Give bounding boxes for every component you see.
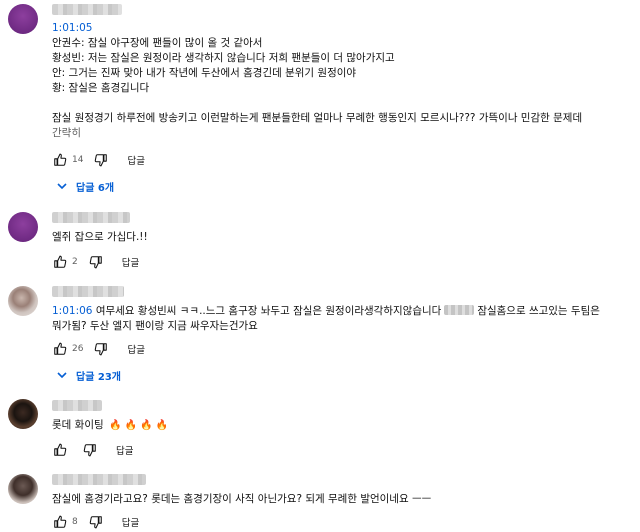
author-name-blurred[interactable]	[52, 4, 122, 15]
like-count: 8	[72, 517, 78, 527]
avatar[interactable]	[8, 212, 38, 242]
comment-actions: 2 답글	[52, 254, 139, 270]
thumbs-down-icon[interactable]	[88, 254, 104, 270]
chevron-down-icon	[56, 180, 68, 192]
comment-text-line: 잠실 원정경기 하루전에 방송키고 이런말하는게 팬분들한테 얼마나 무례한 행…	[52, 112, 583, 124]
comment-text: 엘쥐 잡으로 가십다.!!	[52, 231, 148, 243]
comment-actions: 14 답글	[52, 152, 145, 168]
avatar[interactable]	[8, 4, 38, 34]
timestamp-link[interactable]: 1:01:06	[52, 305, 92, 317]
comment-actions: 답글	[52, 442, 133, 458]
author-name-blurred[interactable]	[52, 212, 130, 223]
thumbs-up-icon[interactable]	[52, 442, 68, 458]
chevron-down-icon	[56, 369, 68, 381]
comment-actions: 26 답글	[52, 341, 145, 357]
comment-text-line: 안권수: 잠실 야구장에 팬들이 많이 올 것 같아서	[52, 37, 263, 49]
comment-text-line: 황성빈: 저는 잠실은 원정이라 생각하지 않습니다 저희 팬분들이 더 많아가…	[52, 52, 395, 64]
view-replies-button[interactable]: 답글 6개	[56, 178, 114, 194]
like-count: 26	[72, 344, 84, 354]
replies-count-label: 답글 23개	[76, 371, 121, 383]
thumbs-up-icon[interactable]	[52, 341, 68, 357]
avatar[interactable]	[8, 286, 38, 316]
comment-text: 여무세요 황성빈씨 ㅋㅋ..느그 홈구장 놔두고 잠실은 원정이라생각하지않습니…	[92, 305, 442, 317]
reply-button[interactable]: 답글	[122, 255, 139, 269]
thumbs-up-icon[interactable]	[52, 514, 68, 530]
comment-text-line: 뭐가됨? 두산 엘지 팬이랑 지금 싸우자는건가요	[52, 320, 258, 332]
reply-button[interactable]: 답글	[122, 515, 139, 529]
view-replies-button[interactable]: 답글 23개	[56, 367, 121, 383]
comment-text-line: 안: 그거는 진짜 맞아 내가 작년에 두산에서 홈경긴데 분위기 원정이야	[52, 67, 357, 79]
author-name-blurred[interactable]	[52, 400, 102, 411]
thumbs-up-icon[interactable]	[52, 152, 68, 168]
show-less-link[interactable]: 간략히	[52, 126, 81, 140]
comment-text-line: 황: 잠실은 홈경깁니다	[52, 82, 150, 94]
avatar[interactable]	[8, 474, 38, 504]
author-name-blurred[interactable]	[52, 286, 124, 297]
reply-button[interactable]: 답글	[127, 342, 144, 356]
thumbs-down-icon[interactable]	[93, 152, 109, 168]
author-name-blurred[interactable]	[52, 474, 146, 485]
reply-button[interactable]: 답글	[116, 443, 133, 457]
like-count: 2	[72, 257, 78, 267]
reply-button[interactable]: 답글	[127, 153, 144, 167]
comment-text: 잠실홈으로 쓰고있는 두팀은	[477, 305, 600, 317]
replies-count-label: 답글 6개	[76, 182, 115, 194]
avatar[interactable]	[8, 399, 38, 429]
blurred-text	[444, 305, 475, 315]
thumbs-down-icon[interactable]	[88, 514, 104, 530]
comment-text: 롯데 화이팅	[52, 419, 104, 431]
thumbs-down-icon[interactable]	[82, 442, 98, 458]
comment-actions: 8 답글	[52, 514, 139, 530]
like-count: 14	[72, 155, 84, 165]
fire-emoji: 🔥 🔥 🔥 🔥	[108, 420, 169, 431]
comment-text: 잠실에 홈경기라고요? 롯데는 홈경기장이 사직 아닌가요? 되게 무례한 발언…	[52, 493, 432, 505]
thumbs-up-icon[interactable]	[52, 254, 68, 270]
thumbs-down-icon[interactable]	[93, 341, 109, 357]
timestamp-link[interactable]: 1:01:05	[52, 22, 92, 34]
